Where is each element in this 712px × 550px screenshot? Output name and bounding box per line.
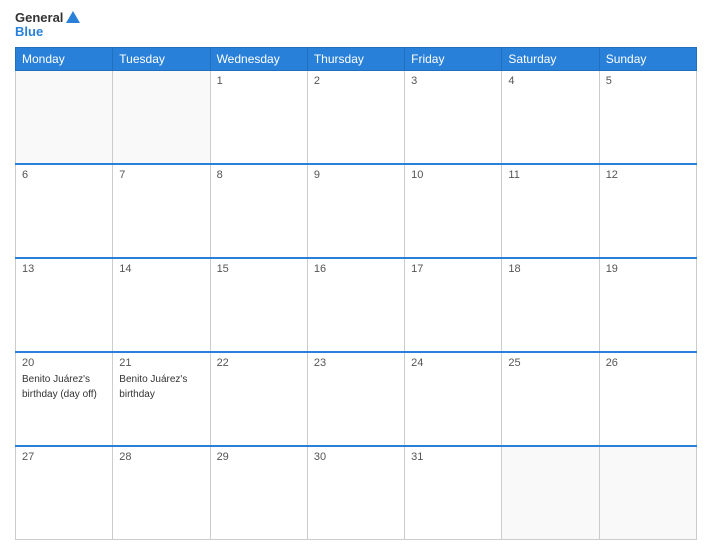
day-number: 9: [314, 169, 398, 181]
day-cell: 7: [113, 164, 210, 258]
day-cell: 13: [16, 258, 113, 352]
day-number: 24: [411, 357, 495, 369]
day-number: 13: [22, 263, 106, 275]
day-cell: 9: [307, 164, 404, 258]
day-number: 12: [606, 169, 690, 181]
weekday-header-row: MondayTuesdayWednesdayThursdayFridaySatu…: [16, 48, 697, 71]
day-cell: 4: [502, 71, 599, 165]
day-cell: 1: [210, 71, 307, 165]
day-cell: 29: [210, 446, 307, 540]
day-cell: 23: [307, 352, 404, 446]
week-row-2: 6 7 8 9 10 11 12: [16, 164, 697, 258]
logo-blue: Blue: [15, 24, 43, 40]
day-cell: 15: [210, 258, 307, 352]
day-number: 16: [314, 263, 398, 275]
day-cell: 24: [405, 352, 502, 446]
day-number: 27: [22, 451, 106, 463]
day-cell: 22: [210, 352, 307, 446]
weekday-header-thursday: Thursday: [307, 48, 404, 71]
day-number: 23: [314, 357, 398, 369]
day-cell: [16, 71, 113, 165]
day-number: 11: [508, 169, 592, 181]
day-cell: [502, 446, 599, 540]
day-number: 8: [217, 169, 301, 181]
page: General Blue MondayTuesdayWednesdayThurs…: [0, 0, 712, 550]
day-number: 19: [606, 263, 690, 275]
day-cell: 10: [405, 164, 502, 258]
day-number: 2: [314, 75, 398, 87]
day-cell: 27: [16, 446, 113, 540]
weekday-header-saturday: Saturday: [502, 48, 599, 71]
day-event: Benito Juárez's birthday: [119, 374, 187, 400]
day-cell: 12: [599, 164, 696, 258]
logo: General Blue: [15, 10, 80, 39]
day-number: 26: [606, 357, 690, 369]
day-number: 28: [119, 451, 203, 463]
day-cell: 3: [405, 71, 502, 165]
week-row-1: 1 2 3 4 5: [16, 71, 697, 165]
day-cell: 16: [307, 258, 404, 352]
week-row-4: 20 Benito Juárez's birthday (day off) 21 Be…: [16, 352, 697, 446]
day-cell: 11: [502, 164, 599, 258]
day-number: 7: [119, 169, 203, 181]
day-cell: 6: [16, 164, 113, 258]
day-cell: 30: [307, 446, 404, 540]
day-number: 29: [217, 451, 301, 463]
day-number: 4: [508, 75, 592, 87]
day-number: 1: [217, 75, 301, 87]
logo-block: General Blue: [15, 10, 80, 39]
day-cell: 28: [113, 446, 210, 540]
day-number: 20: [22, 357, 106, 369]
day-cell: [113, 71, 210, 165]
header: General Blue: [15, 10, 697, 39]
day-cell: 19: [599, 258, 696, 352]
day-number: 15: [217, 263, 301, 275]
day-cell: [599, 446, 696, 540]
weekday-header-wednesday: Wednesday: [210, 48, 307, 71]
day-number: 22: [217, 357, 301, 369]
calendar-table: MondayTuesdayWednesdayThursdayFridaySatu…: [15, 47, 697, 540]
weekday-header-friday: Friday: [405, 48, 502, 71]
day-cell: 17: [405, 258, 502, 352]
day-number: 6: [22, 169, 106, 181]
weekday-header-sunday: Sunday: [599, 48, 696, 71]
day-number: 18: [508, 263, 592, 275]
day-cell: 14: [113, 258, 210, 352]
day-cell: 20 Benito Juárez's birthday (day off): [16, 352, 113, 446]
day-cell: 18: [502, 258, 599, 352]
day-number: 31: [411, 451, 495, 463]
day-number: 3: [411, 75, 495, 87]
day-cell: 25: [502, 352, 599, 446]
day-number: 25: [508, 357, 592, 369]
day-number: 10: [411, 169, 495, 181]
day-cell: 26: [599, 352, 696, 446]
weekday-header-monday: Monday: [16, 48, 113, 71]
day-number: 30: [314, 451, 398, 463]
day-number: 21: [119, 357, 203, 369]
day-number: 14: [119, 263, 203, 275]
day-cell: 2: [307, 71, 404, 165]
day-number: 5: [606, 75, 690, 87]
day-cell: 21 Benito Juárez's birthday: [113, 352, 210, 446]
day-cell: 5: [599, 71, 696, 165]
week-row-5: 27 28 29 30 31: [16, 446, 697, 540]
day-cell: 8: [210, 164, 307, 258]
week-row-3: 13 14 15 16 17 18 19: [16, 258, 697, 352]
day-cell: 31: [405, 446, 502, 540]
weekday-header-tuesday: Tuesday: [113, 48, 210, 71]
day-event: Benito Juárez's birthday (day off): [22, 374, 97, 400]
logo-triangle-icon: [66, 11, 80, 23]
day-number: 17: [411, 263, 495, 275]
